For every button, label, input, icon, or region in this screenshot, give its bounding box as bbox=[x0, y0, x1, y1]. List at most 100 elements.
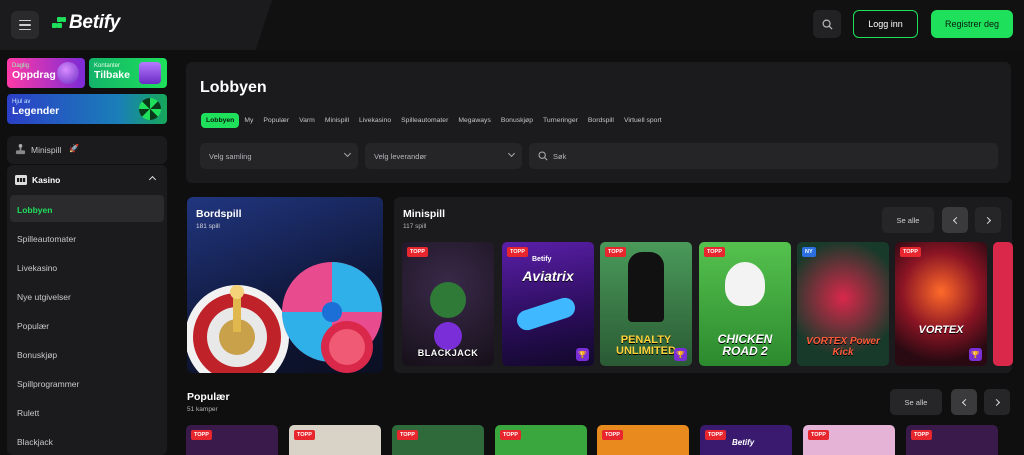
minispill-next-button[interactable] bbox=[975, 207, 1001, 233]
tab-bordspill[interactable]: Bordspill bbox=[583, 113, 619, 128]
tab-turneringer[interactable]: Turneringer bbox=[538, 113, 583, 128]
game-tile-partial[interactable] bbox=[993, 242, 1013, 366]
game-tile[interactable]: TOPP Betify Aviatrix 🏆 bbox=[502, 242, 594, 366]
tab-bonuskjop[interactable]: Bonuskjøp bbox=[496, 113, 538, 128]
top-badge: TOPP bbox=[507, 247, 528, 257]
game-tile[interactable]: TOPP bbox=[803, 425, 895, 455]
game-name: BLACKJACK bbox=[417, 348, 479, 358]
chevron-up-icon[interactable] bbox=[148, 175, 157, 184]
minispill-count: 117 spill bbox=[403, 223, 427, 230]
joystick-icon bbox=[15, 144, 26, 155]
promo-daily-missions[interactable]: Daglig Oppdrag bbox=[7, 58, 85, 88]
collection-select[interactable]: Velg samling bbox=[200, 143, 358, 169]
popular-prev-button[interactable] bbox=[951, 389, 977, 415]
sidebar-item-lobbyen[interactable]: Lobbyen bbox=[17, 205, 52, 215]
promo-big-text: Oppdrag bbox=[12, 69, 56, 81]
popular-title: Populær bbox=[187, 391, 230, 403]
goalkeeper-icon bbox=[628, 252, 664, 322]
hamburger-menu-icon[interactable] bbox=[11, 11, 39, 39]
tab-my[interactable]: My bbox=[239, 113, 258, 128]
gift-icon bbox=[139, 62, 161, 84]
bordspill-title: Bordspill bbox=[196, 208, 242, 220]
tab-spilleautomater[interactable]: Spilleautomater bbox=[396, 113, 453, 128]
sidebar-item-bonuskjop[interactable]: Bonuskjøp bbox=[17, 350, 57, 360]
minispill-see-all-button[interactable]: Se alle bbox=[882, 207, 934, 233]
game-name: CHICKEN ROAD 2 bbox=[717, 331, 773, 359]
game-tile[interactable]: NY VORTEX Power Kick bbox=[797, 242, 889, 366]
top-badge: TOPP bbox=[407, 247, 428, 257]
game-tile[interactable]: TOPP bbox=[392, 425, 484, 455]
top-badge: TOPP bbox=[605, 247, 626, 257]
search-icon bbox=[538, 151, 548, 161]
top-badge: TOPP bbox=[900, 247, 921, 257]
top-badge: TOPP bbox=[704, 247, 725, 257]
game-name: VORTEX bbox=[918, 324, 964, 336]
chevron-left-icon bbox=[952, 216, 960, 224]
wheel-icon bbox=[139, 98, 161, 120]
game-tile[interactable]: TOPP bbox=[906, 425, 998, 455]
tab-minispill[interactable]: Minispill bbox=[320, 113, 354, 128]
game-name: VORTEX Power Kick bbox=[806, 336, 880, 358]
chicken-icon bbox=[725, 262, 765, 306]
tab-populaer[interactable]: Populær bbox=[258, 113, 294, 128]
trophy-icon: 🏆 bbox=[576, 348, 589, 361]
game-tile[interactable]: TOPP CHICKEN ROAD 2 bbox=[699, 242, 791, 366]
provider-select[interactable]: Velg leverandør bbox=[365, 143, 522, 169]
filter-tabs: Lobbyen My Populær Varm Minispill Liveka… bbox=[201, 113, 667, 128]
game-tile[interactable]: TOPP bbox=[186, 425, 278, 455]
search-input[interactable]: Søk bbox=[529, 143, 998, 169]
sidebar-item-blackjack[interactable]: Blackjack bbox=[17, 437, 53, 447]
minispill-prev-button[interactable] bbox=[942, 207, 968, 233]
game-name: Aviatrix bbox=[522, 268, 574, 284]
search-icon[interactable] bbox=[813, 10, 841, 38]
tab-varm[interactable]: Varm bbox=[294, 113, 320, 128]
top-bar: Betify Logg inn Registrer deg bbox=[0, 0, 1024, 50]
promo-wheel-of-legends[interactable]: Hjul av Legender bbox=[7, 94, 167, 124]
sidebar-item-minispill[interactable]: Minispill 🚀 bbox=[7, 136, 167, 164]
promo-big-text: Legender bbox=[12, 105, 60, 117]
login-button[interactable]: Logg inn bbox=[853, 10, 918, 38]
logo-mark-icon bbox=[52, 17, 66, 29]
rocket-icon: 🚀 bbox=[69, 144, 79, 153]
register-button[interactable]: Registrer deg bbox=[931, 10, 1013, 38]
bordspill-count: 181 spill bbox=[196, 223, 220, 230]
sidebar-item-rulett[interactable]: Rulett bbox=[17, 408, 39, 418]
sidebar-item-spilleautomater[interactable]: Spilleautomater bbox=[17, 234, 76, 244]
top-badge: TOPP bbox=[705, 430, 726, 440]
kasino-header[interactable]: Kasino bbox=[32, 175, 60, 185]
promo-cashback[interactable]: Kontanter Tilbake bbox=[89, 58, 167, 88]
bordspill-card[interactable]: Bordspill 181 spill bbox=[187, 197, 383, 373]
sidebar-item-spillprogrammer[interactable]: Spillprogrammer bbox=[17, 379, 79, 389]
page-title: Lobbyen bbox=[200, 79, 267, 96]
sidebar-item-populaer[interactable]: Populær bbox=[17, 321, 49, 331]
game-tile[interactable]: TOPP PENALTY UNLIMITED 🏆 bbox=[600, 242, 692, 366]
top-bar-left-panel bbox=[0, 0, 272, 50]
popular-count: 51 kamper bbox=[187, 406, 218, 413]
tab-megaways[interactable]: Megaways bbox=[453, 113, 496, 128]
game-tile[interactable]: TOPP bbox=[597, 425, 689, 455]
popular-see-all-button[interactable]: Se alle bbox=[890, 389, 942, 415]
tab-livekasino[interactable]: Livekasino bbox=[354, 113, 396, 128]
top-badge: TOPP bbox=[397, 430, 418, 440]
chip-icon bbox=[430, 282, 466, 318]
top-badge: TOPP bbox=[602, 430, 623, 440]
sidebar-item-livekasino[interactable]: Livekasino bbox=[17, 263, 57, 273]
chevron-right-icon bbox=[983, 216, 991, 224]
sidebar-item-nye-utgivelser[interactable]: Nye utgivelser bbox=[17, 292, 71, 302]
casino-icon bbox=[15, 175, 27, 185]
game-tile[interactable]: TOPP bbox=[495, 425, 587, 455]
game-tile[interactable]: TOPP Betify bbox=[700, 425, 792, 455]
top-badge: TOPP bbox=[500, 430, 521, 440]
roulette-wheel-icon bbox=[187, 262, 382, 373]
new-badge: NY bbox=[802, 247, 816, 257]
minispill-title: Minispill bbox=[403, 208, 445, 220]
game-tile[interactable]: TOPP bbox=[289, 425, 381, 455]
tab-lobbyen[interactable]: Lobbyen bbox=[201, 113, 240, 128]
game-tile[interactable]: TOPP VORTEX 🏆 bbox=[895, 242, 987, 366]
game-tile[interactable]: TOPP BLACKJACK bbox=[402, 242, 494, 366]
logo[interactable]: Betify bbox=[52, 12, 120, 34]
popular-next-button[interactable] bbox=[984, 389, 1010, 415]
top-badge: TOPP bbox=[911, 430, 932, 440]
tab-virtuell-sport[interactable]: Virtuell sport bbox=[619, 113, 667, 128]
chevron-right-icon bbox=[992, 398, 1000, 406]
